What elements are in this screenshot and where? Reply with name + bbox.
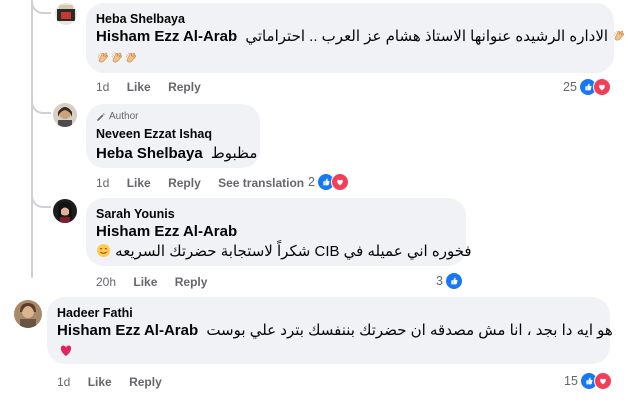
comment-bubble-1: Heba Shelbaya Hisham Ezz Al-Arab الاداره… <box>86 3 614 73</box>
comment-bubble-3: Sarah Younis Hisham Ezz Al-Arab فخوره ان… <box>86 198 472 266</box>
like-button[interactable]: Like <box>127 80 151 94</box>
reply-button[interactable]: Reply <box>168 176 201 190</box>
thread-curve-1 <box>31 0 51 14</box>
comment-time[interactable]: 20h <box>96 275 116 289</box>
comment-actions-3: 20h Like Reply <box>96 275 221 289</box>
comment-author[interactable]: Sarah Younis <box>96 207 175 221</box>
comment-actions-4: 1d Like Reply <box>57 375 176 389</box>
reaction-count: 25 <box>563 80 577 94</box>
love-reaction-icon <box>592 78 611 96</box>
comment-actions-2: 1d Like Reply See translation <box>96 176 318 190</box>
reaction-count: 3 <box>436 274 443 288</box>
avatar-sarah[interactable] <box>53 199 77 223</box>
reaction-count: 15 <box>564 374 578 388</box>
reply-button[interactable]: Reply <box>168 80 201 94</box>
smile-emoji-icon <box>96 243 111 264</box>
comment-bubble-2: Author Neveen Ezzat Ishaq Heba Shelbaya … <box>86 104 260 168</box>
clap-emoji-icon <box>110 51 124 65</box>
reaction-count: 2 <box>308 175 315 189</box>
like-button[interactable]: Like <box>127 176 151 190</box>
mention-link[interactable]: Hisham Ezz Al-Arab <box>96 28 237 45</box>
avatar-hadeer[interactable] <box>14 300 42 328</box>
thread-line-main <box>31 0 33 278</box>
heart-emoji-icon <box>58 342 74 363</box>
clap-emoji-icon <box>612 29 626 43</box>
like-reaction-icon <box>444 272 463 290</box>
comment-text: الاداره الرشيده عنوانها الاستاذ هشام عز … <box>245 28 609 45</box>
mention-link[interactable]: Heba Shelbaya <box>96 145 203 162</box>
clap-emoji-icon <box>96 51 110 65</box>
mention-link[interactable]: Hisham Ezz Al-Arab <box>96 223 237 240</box>
comment-actions-1: 1d Like Reply <box>96 80 215 94</box>
mention-link[interactable]: Hisham Ezz Al-Arab <box>57 322 198 339</box>
comment-time[interactable]: 1d <box>96 176 109 190</box>
reaction-summary-2[interactable]: 2 <box>308 173 349 191</box>
author-badge-label: Author <box>109 111 139 122</box>
comment-author[interactable]: Hadeer Fathi <box>57 306 133 320</box>
clap-emoji-icon <box>124 51 138 65</box>
reply-button[interactable]: Reply <box>175 275 208 289</box>
thread-curve-2 <box>31 96 51 114</box>
avatar-neveen[interactable] <box>53 103 77 127</box>
comment-author[interactable]: Neveen Ezzat Ishaq <box>96 127 212 141</box>
like-button[interactable]: Like <box>88 375 112 389</box>
reaction-summary-4[interactable]: 15 <box>564 372 612 390</box>
reply-button[interactable]: Reply <box>129 375 162 389</box>
like-button[interactable]: Like <box>133 275 157 289</box>
comment-text: مظبوط <box>210 145 258 162</box>
reaction-summary-1[interactable]: 25 <box>563 78 611 96</box>
avatar-heba[interactable] <box>55 3 77 25</box>
comment-bubble-4: Hadeer Fathi Hisham Ezz Al-Arab هو ايه د… <box>47 297 613 364</box>
reaction-summary-3[interactable]: 3 <box>436 272 463 290</box>
thread-curve-3 <box>31 190 51 208</box>
love-reaction-icon <box>330 173 349 191</box>
clap-emoji-row <box>96 50 138 68</box>
pencil-icon <box>97 112 105 121</box>
comment-text: هو ايه دا بجد ، انا مش مصدقه ان حضرتك بن… <box>206 322 613 339</box>
author-badge: Author <box>96 111 138 122</box>
comment-time[interactable]: 1d <box>96 80 109 94</box>
comment-time[interactable]: 1d <box>57 375 70 389</box>
comment-text: فخوره اني عميله في CIB شكراً لاستجابة حض… <box>115 243 472 260</box>
love-reaction-icon <box>593 372 612 390</box>
comment-author[interactable]: Heba Shelbaya <box>96 12 185 26</box>
see-translation-link[interactable]: See translation <box>218 176 304 190</box>
